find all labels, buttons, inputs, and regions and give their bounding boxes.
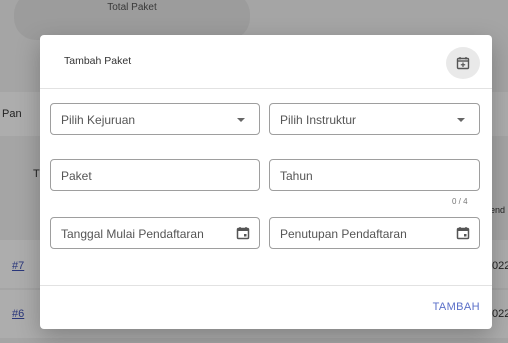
chevron-down-icon <box>457 118 465 122</box>
chevron-down-icon <box>237 118 245 122</box>
tahun-label: Tahun <box>280 169 313 183</box>
tahun-field[interactable]: Tahun <box>269 159 480 191</box>
kejuruan-label: Pilih Kejuruan <box>61 113 136 127</box>
footer-divider <box>40 285 492 286</box>
instruktur-select[interactable]: Pilih Instruktur <box>269 103 480 135</box>
tambah-button[interactable]: TAMBAH <box>433 301 480 313</box>
dialog-title: Tambah Paket <box>64 55 132 67</box>
penutupan-field[interactable]: Penutupan Pendaftaran <box>269 217 480 249</box>
paket-label: Paket <box>61 169 92 183</box>
header-divider <box>40 88 492 89</box>
paket-field[interactable]: Paket <box>50 159 260 191</box>
tanggal-mulai-field[interactable]: Tanggal Mulai Pendaftaran <box>50 217 260 249</box>
tambah-paket-dialog: Tambah Paket Pilih Kejuruan Pilih Instru… <box>40 35 492 329</box>
calendar-add-button[interactable] <box>446 47 480 79</box>
calendar-icon[interactable] <box>236 226 250 240</box>
instruktur-label: Pilih Instruktur <box>280 113 357 127</box>
calendar-icon[interactable] <box>456 226 470 240</box>
penutupan-label: Penutupan Pendaftaran <box>280 227 407 241</box>
tanggal-mulai-label: Tanggal Mulai Pendaftaran <box>61 227 204 241</box>
kejuruan-select[interactable]: Pilih Kejuruan <box>50 103 260 135</box>
calendar-add-icon <box>456 57 470 70</box>
tahun-char-counter: 0 / 4 <box>452 197 468 206</box>
